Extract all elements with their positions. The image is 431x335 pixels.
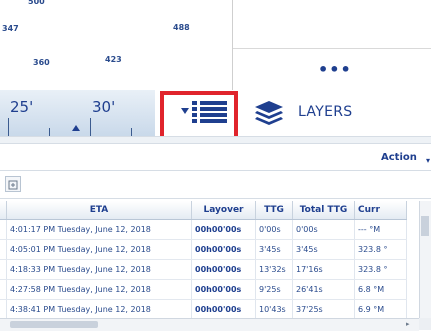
export-button[interactable] (5, 176, 21, 192)
total-ttg-cell: 37'25s (292, 299, 355, 318)
scroll-right-arrow-icon[interactable]: ▸ (406, 320, 410, 328)
course-cell: 323.8 ° (354, 239, 407, 260)
column-header-eta[interactable]: ETA (6, 201, 192, 220)
table-row[interactable]: 4:27:58 PM Tuesday, June 12, 2018 00h00'… (0, 279, 407, 300)
layers-icon[interactable] (254, 100, 284, 126)
scrollbar-corner (419, 318, 431, 330)
table-row[interactable]: 4:01:17 PM Tuesday, June 12, 2018 00h00'… (0, 219, 407, 240)
map-depth-label: 423 (105, 55, 122, 64)
layover-cell: 00h00'00s (191, 279, 256, 300)
ruler-label: 30' (92, 98, 116, 116)
course-cell: 6.9 °M (354, 299, 407, 318)
map-depth-label: 360 (33, 58, 50, 67)
table-row[interactable]: 4:38:41 PM Tuesday, June 12, 2018 00h00'… (0, 299, 407, 318)
eta-cell: 4:18:33 PM Tuesday, June 12, 2018 (6, 259, 192, 280)
chart-map-area[interactable]: 500 347 488 360 423 (0, 0, 232, 90)
eta-cell: 4:05:01 PM Tuesday, June 12, 2018 (6, 239, 192, 260)
panel-divider (232, 0, 233, 90)
ruler-label: 25' (10, 98, 34, 116)
ttg-cell: 9'25s (255, 279, 293, 300)
chevron-down-icon[interactable]: ▾ (426, 156, 430, 165)
vertical-scrollbar-thumb[interactable] (421, 216, 429, 236)
waypoint-table: ETA Layover TTG Total TTG Curr 4:01:17 P… (0, 201, 407, 318)
horizontal-scrollbar-thumb[interactable] (10, 321, 98, 328)
column-header-layover[interactable]: Layover (191, 201, 256, 220)
list-icon[interactable] (192, 100, 228, 124)
total-ttg-cell: 26'41s (292, 279, 355, 300)
course-cell: --- °M (354, 219, 407, 240)
column-header-ttg[interactable]: TTG (255, 201, 293, 220)
dropdown-caret-icon[interactable] (181, 108, 189, 114)
layover-cell: 00h00'00s (191, 219, 256, 240)
map-depth-label: 488 (173, 23, 190, 32)
course-cell: 323.8 ° (354, 259, 407, 280)
layers-button-label[interactable]: LAYERS (298, 104, 352, 120)
route-waypoint-grid: ETA Layover TTG Total TTG Curr 4:01:17 P… (0, 201, 419, 318)
ttg-cell: 0'00s (255, 219, 293, 240)
map-depth-label: 347 (2, 24, 19, 33)
layover-cell: 00h00'00s (191, 299, 256, 318)
ruler-tick (90, 118, 91, 136)
ruler-tick (49, 128, 50, 136)
toolbar-separator (0, 136, 431, 144)
ruler-position-marker (72, 125, 80, 131)
export-icon (8, 180, 18, 190)
column-header-total-ttg[interactable]: Total TTG (292, 201, 355, 220)
total-ttg-cell: 3'45s (292, 239, 355, 260)
table-header-row: ETA Layover TTG Total TTG Curr (0, 201, 407, 220)
eta-cell: 4:38:41 PM Tuesday, June 12, 2018 (6, 299, 192, 318)
course-cell: 6.8 °M (354, 279, 407, 300)
table-row[interactable]: 4:18:33 PM Tuesday, June 12, 2018 00h00'… (0, 259, 407, 280)
total-ttg-cell: 17'16s (292, 259, 355, 280)
divider (0, 198, 431, 199)
more-options-button[interactable]: ••• (318, 60, 352, 79)
ttg-cell: 10'43s (255, 299, 293, 318)
total-ttg-cell: 0'00s (292, 219, 355, 240)
action-menu-button[interactable]: Action (381, 152, 417, 163)
ruler-tick (8, 118, 9, 136)
eta-cell: 4:27:58 PM Tuesday, June 12, 2018 (6, 279, 192, 300)
ttg-cell: 3'45s (255, 239, 293, 260)
divider (0, 170, 431, 171)
layover-cell: 00h00'00s (191, 259, 256, 280)
map-depth-label: 500 (28, 0, 45, 6)
ruler-tick (131, 128, 132, 136)
column-header-course[interactable]: Curr (354, 201, 407, 220)
eta-cell: 4:01:17 PM Tuesday, June 12, 2018 (6, 219, 192, 240)
table-row[interactable]: 4:05:01 PM Tuesday, June 12, 2018 00h00'… (0, 239, 407, 260)
panel-divider (233, 48, 431, 49)
layover-cell: 00h00'00s (191, 239, 256, 260)
ttg-cell: 13'32s (255, 259, 293, 280)
